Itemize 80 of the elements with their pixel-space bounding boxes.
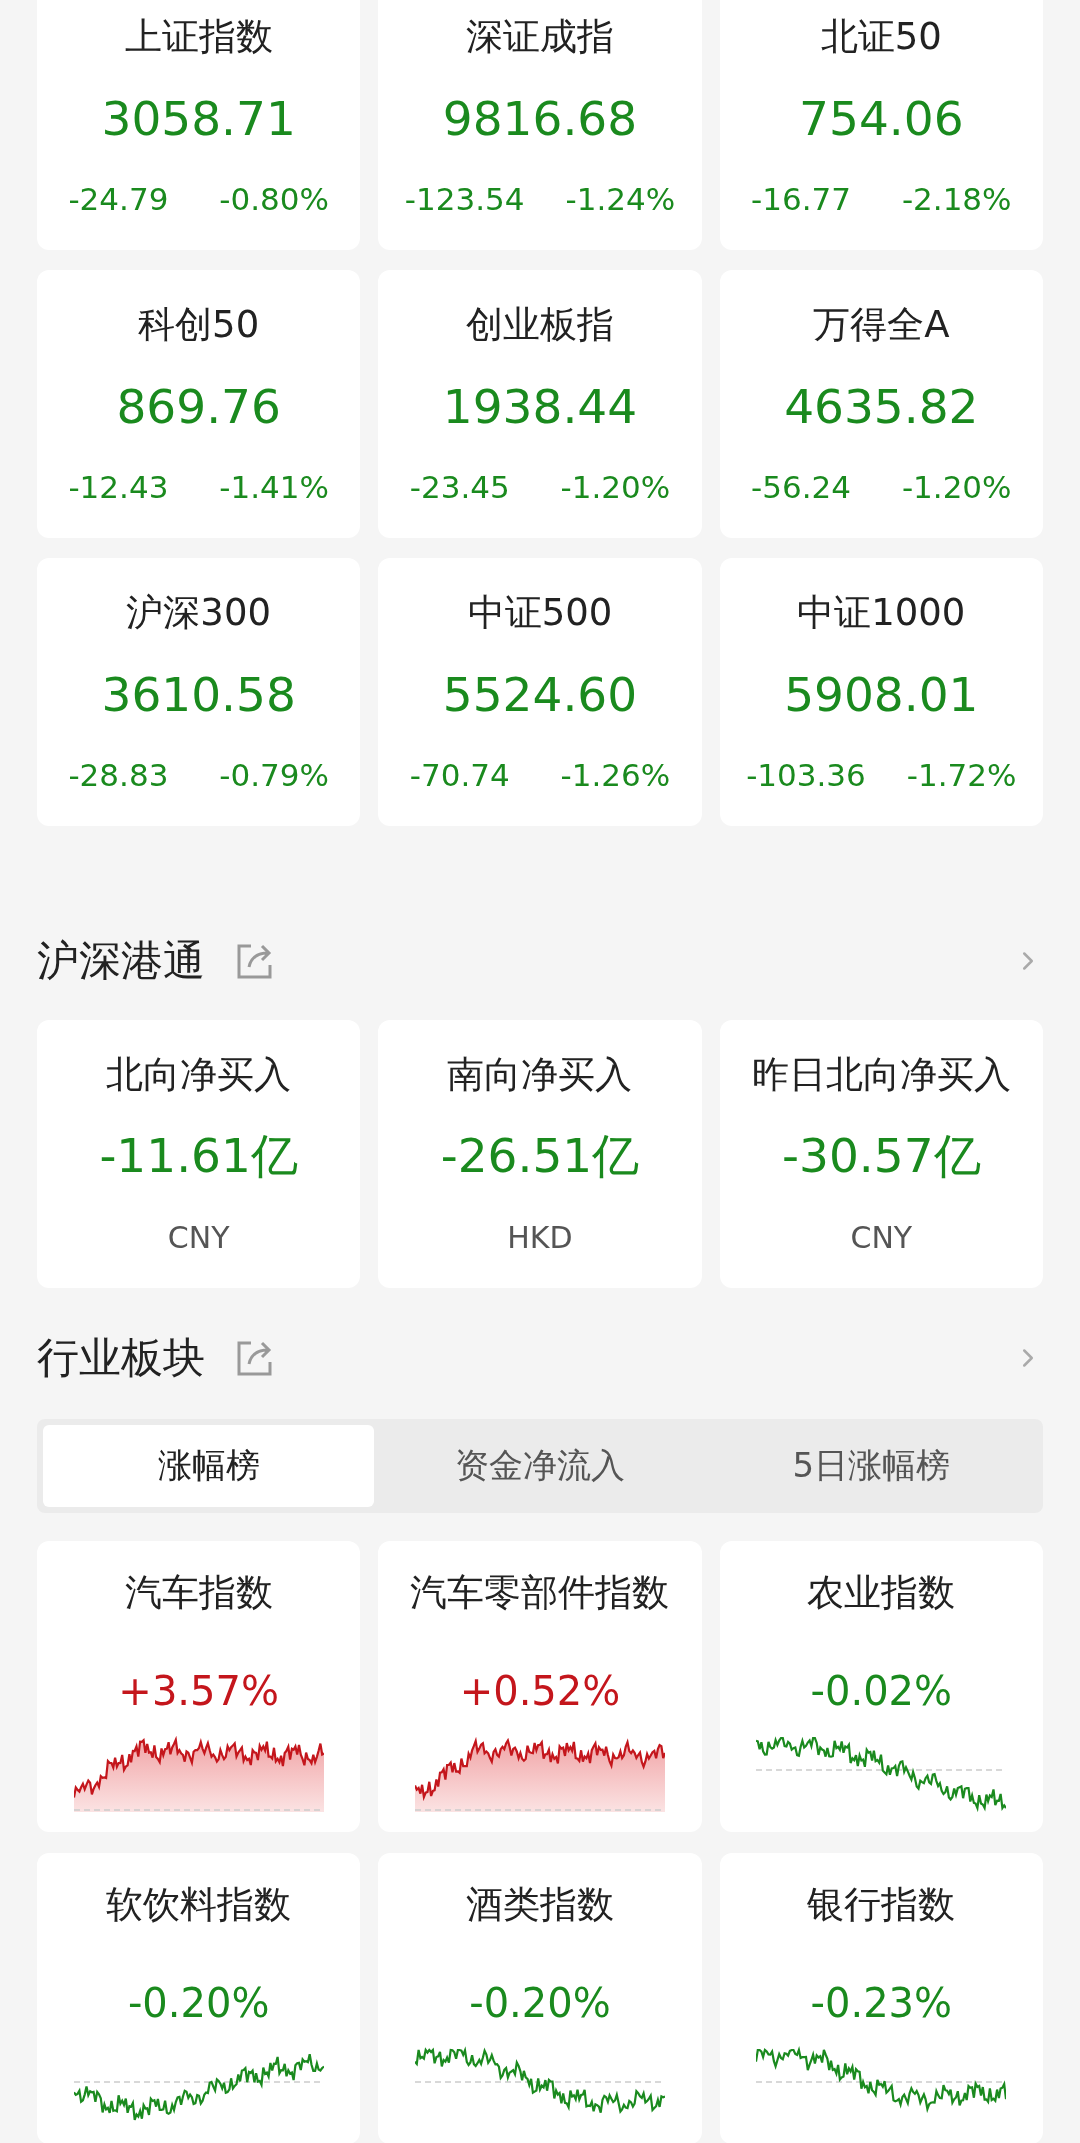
sector-name: 酒类指数 (466, 1882, 614, 1928)
change-percent: -1.20% (560, 469, 671, 505)
change-value: -28.83 (68, 757, 169, 793)
flow-card[interactable]: 南向净买入 -26.51亿 HKD (378, 1020, 702, 1288)
index-name: 沪深300 (126, 590, 271, 636)
index-value: 3610.58 (101, 666, 296, 722)
sector-percent: -0.02% (810, 1667, 953, 1716)
sector-percent: -0.20% (469, 1979, 611, 2028)
index-value: 1938.44 (442, 378, 638, 434)
change-value: -23.45 (409, 469, 510, 505)
sector-name: 汽车零部件指数 (410, 1570, 670, 1616)
currency-label: CNY (167, 1219, 230, 1255)
index-card[interactable]: 沪深300 3610.58 -28.83 -0.79% (37, 558, 361, 826)
ranking-tab[interactable]: 资金净流入 (374, 1425, 706, 1507)
flow-name: 昨日北向净买入 (751, 1052, 1011, 1098)
index-value: 3058.71 (101, 90, 296, 146)
index-value: 754.06 (799, 90, 964, 146)
index-value: 4635.82 (784, 378, 979, 434)
change-value: -123.54 (404, 181, 525, 217)
index-value: 9816.68 (442, 90, 638, 146)
index-card[interactable]: 中证1000 5908.01 -103.36 -1.72% (719, 558, 1043, 826)
sector-name: 汽车指数 (124, 1570, 273, 1616)
index-name: 深证成指 (466, 14, 614, 60)
change-percent: -0.79% (219, 757, 329, 793)
change-percent: -1.24% (565, 181, 676, 217)
index-card[interactable]: 创业板指 1938.44 -23.45 -1.20% (378, 270, 702, 538)
index-card[interactable]: 万得全A 4635.82 -56.24 -1.20% (719, 270, 1043, 538)
index-card[interactable]: 深证成指 9816.68 -123.54 -1.24% (378, 0, 702, 250)
flow-value: -30.57亿 (782, 1126, 981, 1185)
flow-value: -26.51亿 (440, 1126, 640, 1185)
index-card[interactable]: 中证500 5524.60 -70.74 -1.26% (378, 558, 702, 826)
flow-card[interactable]: 北向净买入 -11.61亿 CNY (37, 1020, 361, 1288)
change-value: -70.74 (409, 757, 510, 793)
change-percent: -0.80% (219, 181, 329, 217)
sector-card[interactable]: 汽车指数 +3.57% (37, 1541, 361, 1832)
sector-percent: +3.57% (118, 1667, 279, 1716)
change-value: -103.36 (746, 757, 866, 793)
change-percent: -1.26% (560, 757, 671, 793)
change-value: -56.24 (751, 469, 851, 505)
sector-card[interactable]: 农业指数 -0.02% (719, 1541, 1043, 1832)
index-name: 创业板指 (466, 302, 614, 348)
index-name: 科创50 (138, 302, 260, 348)
index-value: 869.76 (116, 378, 281, 434)
change-value: -16.77 (751, 181, 851, 217)
sector-name: 软饮料指数 (106, 1882, 292, 1928)
index-name: 中证500 (467, 590, 613, 636)
sector-name: 银行指数 (807, 1882, 956, 1928)
change-value: -12.43 (68, 469, 169, 505)
index-value: 5908.01 (784, 666, 979, 722)
flow-name: 南向净买入 (447, 1052, 633, 1098)
index-value: 5524.60 (442, 666, 638, 722)
ranking-tab[interactable]: 5日涨幅榜 (705, 1425, 1037, 1507)
change-percent: -1.41% (219, 469, 329, 505)
currency-label: CNY (850, 1219, 913, 1255)
sector-card[interactable]: 酒类指数 -0.20% (378, 1853, 702, 2143)
sector-percent: -0.20% (127, 1979, 270, 2028)
sector-name: 农业指数 (807, 1570, 956, 1616)
currency-label: HKD (507, 1219, 573, 1255)
section-title: 行业板块 (37, 1332, 205, 1384)
sector-percent: +0.52% (459, 1667, 621, 1716)
index-card[interactable]: 上证指数 3058.71 -24.79 -0.80% (37, 0, 361, 250)
flow-name: 北向净买入 (106, 1052, 292, 1098)
index-name: 万得全A (813, 302, 950, 348)
index-card[interactable]: 科创50 869.76 -12.43 -1.41% (37, 270, 361, 538)
sector-card[interactable]: 汽车零部件指数 +0.52% (378, 1541, 702, 1832)
change-percent: -2.18% (901, 181, 1012, 217)
index-name: 上证指数 (124, 14, 273, 60)
flow-card[interactable]: 昨日北向净买入 -30.57亿 CNY (719, 1020, 1043, 1288)
change-percent: -1.72% (906, 757, 1017, 793)
sector-card[interactable]: 软饮料指数 -0.20% (37, 1853, 361, 2143)
flow-value: -11.61亿 (99, 1126, 298, 1185)
index-name: 中证1000 (797, 590, 966, 636)
section-title: 沪深港通 (37, 935, 205, 987)
sector-card[interactable]: 银行指数 -0.23% (719, 1853, 1043, 2143)
sector-percent: -0.23% (810, 1979, 953, 2028)
change-percent: -1.20% (901, 469, 1012, 505)
ranking-tab[interactable]: 涨幅榜 (43, 1425, 375, 1507)
index-name: 北证50 (820, 14, 942, 60)
index-card[interactable]: 北证50 754.06 -16.77 -2.18% (719, 0, 1043, 250)
change-value: -24.79 (68, 181, 169, 217)
